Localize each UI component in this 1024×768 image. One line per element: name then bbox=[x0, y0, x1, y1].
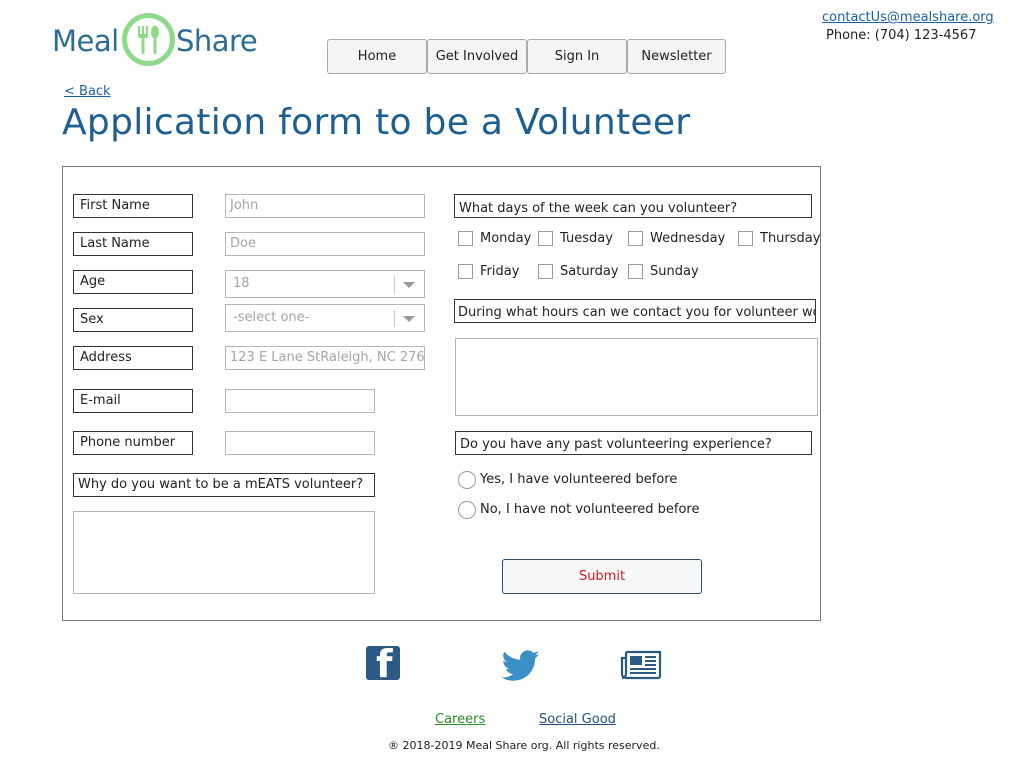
social-good-link[interactable]: Social Good bbox=[539, 712, 616, 727]
age-select-value: 18 bbox=[233, 276, 250, 291]
email-input[interactable] bbox=[225, 389, 375, 413]
logo-text-meal: Meal bbox=[52, 24, 119, 58]
sex-select[interactable]: -select one- bbox=[225, 304, 425, 332]
thursday-label: Thursday bbox=[760, 231, 821, 246]
last-name-input[interactable]: Doe bbox=[225, 232, 425, 256]
experience-yes-radio[interactable] bbox=[458, 471, 476, 489]
first-name-input[interactable]: John bbox=[225, 194, 425, 218]
saturday-checkbox[interactable] bbox=[538, 264, 553, 279]
thursday-checkbox[interactable] bbox=[738, 231, 753, 246]
address-input[interactable]: 123 E Lane StRaleigh, NC 27601 bbox=[225, 346, 425, 370]
copyright-text: ® 2018-2019 Meal Share org. All rights r… bbox=[388, 739, 660, 752]
twitter-icon[interactable] bbox=[502, 650, 540, 682]
page-title: Application form to be a Volunteer bbox=[62, 102, 691, 143]
address-label: Address bbox=[73, 346, 193, 370]
phone-input[interactable] bbox=[225, 431, 375, 455]
logo[interactable]: Meal Share bbox=[52, 12, 262, 72]
careers-link[interactable]: Careers bbox=[435, 712, 485, 727]
wednesday-checkbox[interactable] bbox=[628, 231, 643, 246]
newspaper-icon[interactable] bbox=[620, 648, 662, 680]
logo-text-share: Share bbox=[176, 24, 258, 58]
first-name-label: First Name bbox=[73, 194, 193, 218]
submit-button[interactable]: Submit bbox=[502, 559, 702, 594]
phone-label: Phone number bbox=[73, 431, 193, 455]
contact-email-link[interactable]: contactUs@mealshare.org bbox=[822, 10, 994, 25]
logo-plate-icon bbox=[122, 13, 175, 66]
nav-get-involved-button[interactable]: Get Involved bbox=[427, 39, 527, 74]
days-label: What days of the week can you volunteer? bbox=[454, 194, 812, 218]
experience-label: Do you have any past volunteering experi… bbox=[455, 431, 812, 455]
why-volunteer-label: Why do you want to be a mEATS volunteer? bbox=[73, 473, 375, 497]
age-select[interactable]: 18 bbox=[225, 270, 425, 298]
select-divider bbox=[394, 276, 395, 293]
select-divider bbox=[394, 310, 395, 327]
hours-textarea[interactable] bbox=[455, 338, 818, 416]
contact-phone: Phone: (704) 123-4567 bbox=[826, 28, 977, 43]
sex-label: Sex bbox=[73, 308, 193, 332]
hours-label: During what hours can we contact you for… bbox=[454, 299, 816, 323]
nav-sign-in-button[interactable]: Sign In bbox=[527, 39, 627, 74]
sunday-checkbox[interactable] bbox=[628, 264, 643, 279]
monday-label: Monday bbox=[480, 231, 532, 246]
wednesday-label: Wednesday bbox=[650, 231, 726, 246]
experience-no-label: No, I have not volunteered before bbox=[480, 502, 700, 517]
last-name-label: Last Name bbox=[73, 232, 193, 256]
nav-newsletter-button[interactable]: Newsletter bbox=[627, 39, 726, 74]
age-label: Age bbox=[73, 270, 193, 294]
sunday-label: Sunday bbox=[650, 264, 699, 279]
saturday-label: Saturday bbox=[560, 264, 619, 279]
nav-home-button[interactable]: Home bbox=[327, 39, 427, 74]
chevron-down-icon bbox=[403, 316, 415, 322]
back-link[interactable]: < Back bbox=[64, 84, 111, 99]
tuesday-checkbox[interactable] bbox=[538, 231, 553, 246]
friday-label: Friday bbox=[480, 264, 520, 279]
fork-spoon-icon bbox=[138, 25, 159, 54]
monday-checkbox[interactable] bbox=[458, 231, 473, 246]
sex-select-value: -select one- bbox=[233, 310, 310, 325]
email-label: E-mail bbox=[73, 389, 193, 413]
experience-no-radio[interactable] bbox=[458, 501, 476, 519]
facebook-glyph: f bbox=[376, 646, 393, 680]
facebook-icon[interactable]: f bbox=[366, 646, 400, 680]
friday-checkbox[interactable] bbox=[458, 264, 473, 279]
tuesday-label: Tuesday bbox=[560, 231, 613, 246]
experience-yes-label: Yes, I have volunteered before bbox=[480, 472, 678, 487]
chevron-down-icon bbox=[403, 282, 415, 288]
why-volunteer-textarea[interactable] bbox=[73, 511, 375, 594]
